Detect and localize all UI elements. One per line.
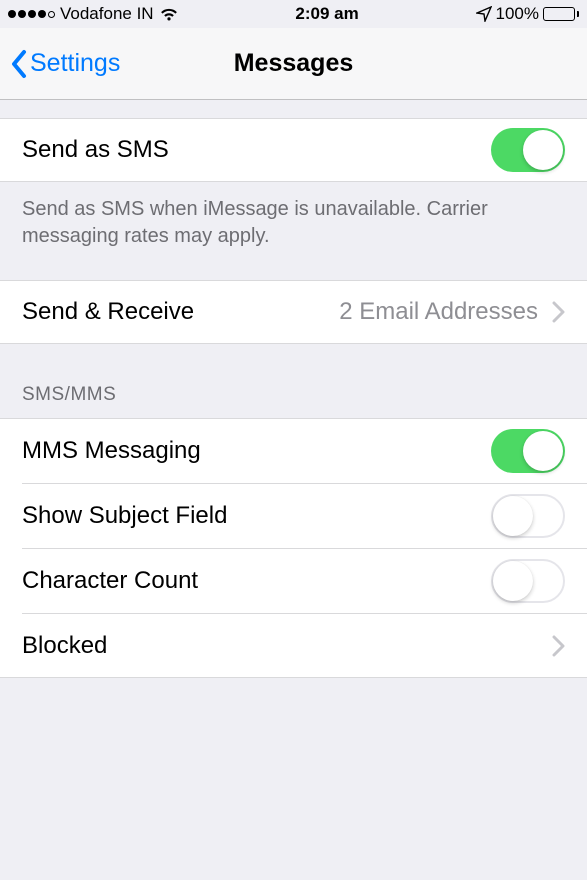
section-header-sms-mms: SMS/MMS [0, 344, 587, 418]
footer-send-as-sms: Send as SMS when iMessage is unavailable… [0, 182, 587, 280]
nav-bar: Settings Messages [0, 28, 587, 100]
status-left: Vodafone IN [8, 4, 179, 24]
signal-strength-icon [8, 10, 55, 18]
row-detail: 2 Email Addresses [339, 298, 538, 326]
row-send-as-sms[interactable]: Send as SMS [0, 118, 587, 182]
toggle-character-count[interactable] [491, 559, 565, 603]
row-show-subject-field[interactable]: Show Subject Field [0, 484, 587, 548]
status-right: 100% [476, 4, 579, 24]
chevron-left-icon [10, 49, 28, 79]
chevron-right-icon [552, 635, 565, 657]
back-label: Settings [30, 49, 120, 78]
row-label: Show Subject Field [22, 502, 491, 530]
battery-icon [543, 7, 579, 21]
group-send-as-sms: Send as SMS [0, 118, 587, 182]
row-label: Blocked [22, 632, 552, 660]
status-time: 2:09 am [179, 4, 476, 24]
battery-percent-label: 100% [496, 4, 539, 24]
row-label: Character Count [22, 567, 491, 595]
wifi-icon [159, 7, 179, 22]
row-blocked[interactable]: Blocked [0, 614, 587, 678]
row-character-count[interactable]: Character Count [0, 549, 587, 613]
group-send-receive: Send & Receive 2 Email Addresses [0, 280, 587, 344]
group-sms-mms: MMS Messaging Show Subject Field Charact… [0, 418, 587, 678]
row-label: Send as SMS [22, 136, 491, 164]
toggle-mms-messaging[interactable] [491, 429, 565, 473]
toggle-send-as-sms[interactable] [491, 128, 565, 172]
carrier-label: Vodafone IN [60, 4, 154, 24]
page-title: Messages [234, 49, 354, 78]
row-mms-messaging[interactable]: MMS Messaging [0, 419, 587, 483]
toggle-show-subject-field[interactable] [491, 494, 565, 538]
row-send-receive[interactable]: Send & Receive 2 Email Addresses [0, 280, 587, 344]
status-bar: Vodafone IN 2:09 am 100% [0, 0, 587, 28]
location-icon [476, 6, 492, 22]
row-label: Send & Receive [22, 298, 339, 326]
chevron-right-icon [552, 301, 565, 323]
row-label: MMS Messaging [22, 437, 491, 465]
back-button[interactable]: Settings [10, 49, 120, 79]
